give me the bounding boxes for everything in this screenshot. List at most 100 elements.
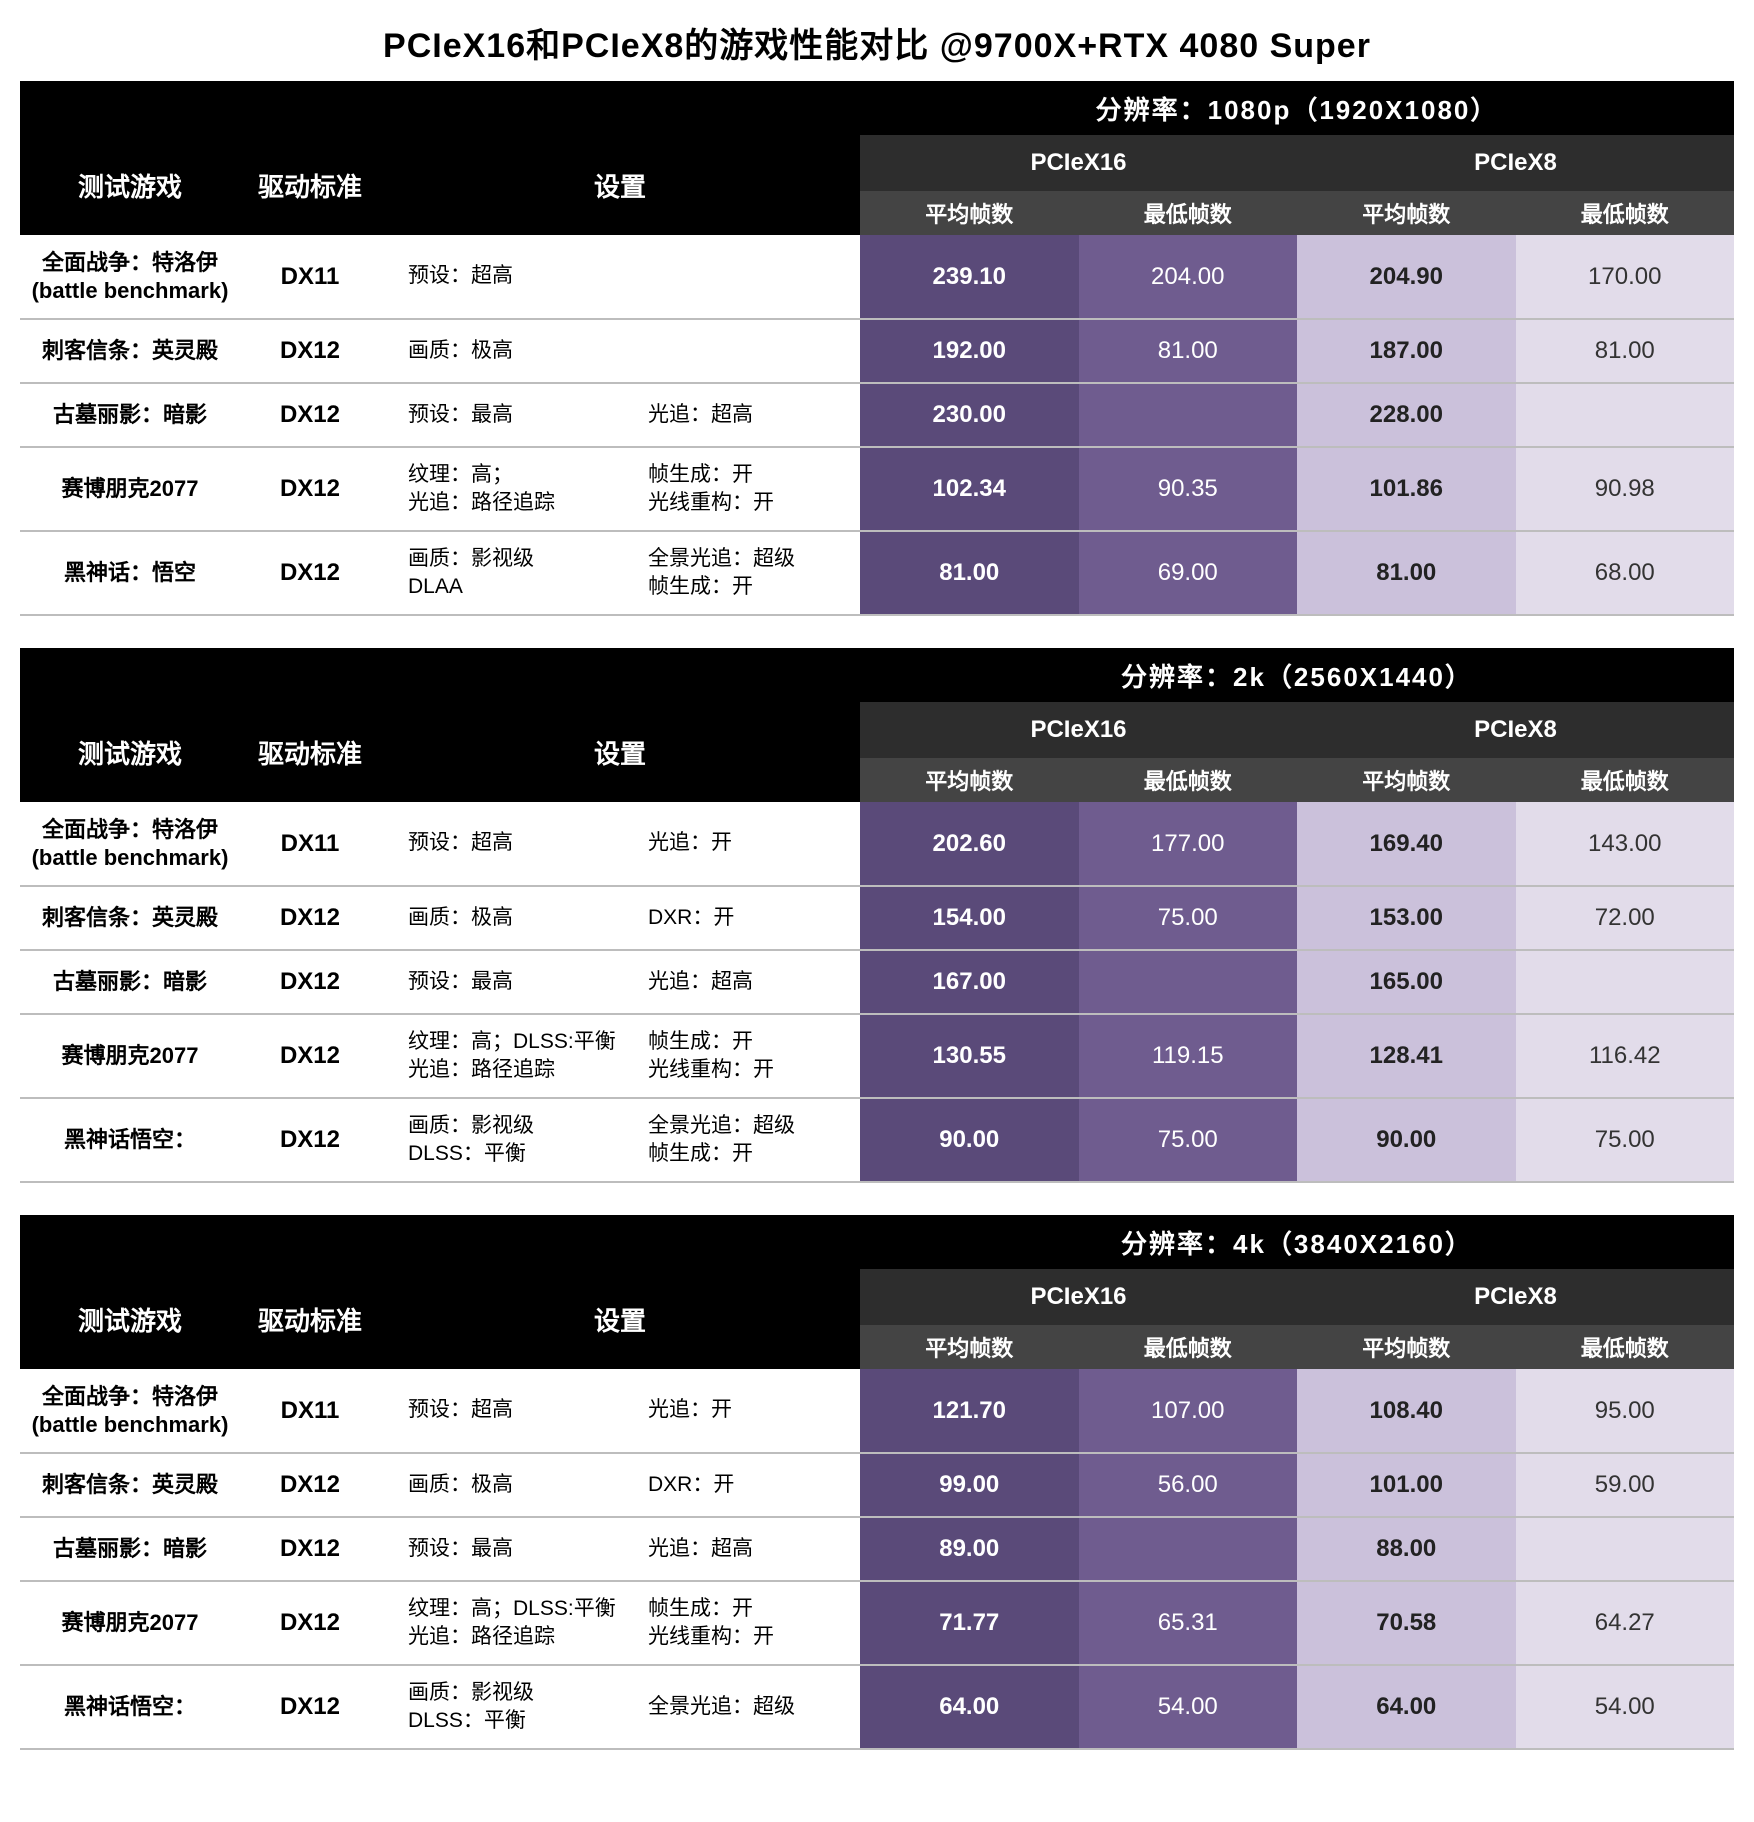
resolution-header: 分辨率：1080p（1920X1080） (860, 81, 1734, 135)
cell-x16-low (1079, 950, 1298, 1014)
cell-settings-1: 预设：最高 (380, 383, 620, 447)
cell-x16-avg: 64.00 (860, 1665, 1079, 1749)
cell-api: DX12 (240, 950, 380, 1014)
cell-x16-avg: 239.10 (860, 235, 1079, 319)
cell-x8-avg: 64.00 (1297, 1665, 1516, 1749)
cell-api: DX12 (240, 1665, 380, 1749)
subcol-avg: 平均帧数 (1297, 1325, 1516, 1369)
resolution-section: 分辨率：2k（2560X1440）测试游戏驱动标准设置PCIeX16PCIeX8… (20, 648, 1734, 1183)
cell-settings-1: 纹理：高； 光追：路径追踪 (380, 447, 620, 531)
col-settings: 设置 (380, 135, 860, 235)
cell-x8-low: 90.98 (1516, 447, 1735, 531)
cell-x8-avg: 81.00 (1297, 531, 1516, 615)
cell-x8-avg: 108.40 (1297, 1369, 1516, 1453)
subcol-avg: 平均帧数 (1297, 758, 1516, 802)
cell-x16-avg: 121.70 (860, 1369, 1079, 1453)
resolution-section: 分辨率：4k（3840X2160）测试游戏驱动标准设置PCIeX16PCIeX8… (20, 1215, 1734, 1750)
cell-x8-low (1516, 950, 1735, 1014)
col-game: 测试游戏 (20, 702, 240, 802)
subcol-low: 最低帧数 (1516, 758, 1735, 802)
subcol-avg: 平均帧数 (1297, 191, 1516, 235)
table-row: 全面战争：特洛伊 (battle benchmark)DX11预设：超高光追：开… (20, 1369, 1734, 1453)
cell-x8-avg: 153.00 (1297, 886, 1516, 950)
cell-api: DX12 (240, 531, 380, 615)
cell-x16-avg: 81.00 (860, 531, 1079, 615)
cell-x16-low: 90.35 (1079, 447, 1298, 531)
table-row: 全面战争：特洛伊 (battle benchmark)DX11预设：超高 239.… (20, 235, 1734, 319)
cell-api: DX12 (240, 1581, 380, 1665)
table-row: 黑神话悟空：DX12画质：影视级 DLSS：平衡全景光追：超级 帧生成：开90.… (20, 1098, 1734, 1182)
cell-x8-low: 116.42 (1516, 1014, 1735, 1098)
cell-x8-low: 68.00 (1516, 531, 1735, 615)
cell-x16-low: 177.00 (1079, 802, 1298, 886)
cell-x16-avg: 130.55 (860, 1014, 1079, 1098)
subcol-avg: 平均帧数 (860, 1325, 1079, 1369)
col-game: 测试游戏 (20, 135, 240, 235)
resolution-header: 分辨率：4k（3840X2160） (860, 1215, 1734, 1269)
cell-api: DX12 (240, 1517, 380, 1581)
cell-x16-low: 75.00 (1079, 1098, 1298, 1182)
cell-x16-low: 75.00 (1079, 886, 1298, 950)
cell-settings-2: 光追：超高 (620, 383, 860, 447)
cell-x16-avg: 90.00 (860, 1098, 1079, 1182)
cell-game: 赛博朋克2077 (20, 1014, 240, 1098)
col-pcie8: PCIeX8 (1297, 702, 1734, 758)
cell-x8-avg: 165.00 (1297, 950, 1516, 1014)
col-pcie8: PCIeX8 (1297, 135, 1734, 191)
cell-settings-2: 帧生成：开 光线重构：开 (620, 447, 860, 531)
cell-x8-low: 54.00 (1516, 1665, 1735, 1749)
cell-settings-1: 画质：影视级 DLSS：平衡 (380, 1665, 620, 1749)
cell-api: DX12 (240, 319, 380, 383)
table-row: 赛博朋克2077DX12纹理：高；DLSS:平衡 光追：路径追踪帧生成：开 光线… (20, 1581, 1734, 1665)
table-row: 黑神话悟空：DX12画质：影视级 DLSS：平衡全景光追：超级64.0054.0… (20, 1665, 1734, 1749)
cell-x8-low: 64.27 (1516, 1581, 1735, 1665)
cell-settings-2: 全景光追：超级 (620, 1665, 860, 1749)
cell-x16-avg: 192.00 (860, 319, 1079, 383)
cell-settings-2: 全景光追：超级 帧生成：开 (620, 1098, 860, 1182)
cell-settings-2: 帧生成：开 光线重构：开 (620, 1581, 860, 1665)
subcol-low: 最低帧数 (1079, 191, 1298, 235)
benchmark-table: 分辨率：4k（3840X2160）测试游戏驱动标准设置PCIeX16PCIeX8… (20, 1215, 1734, 1750)
cell-x16-avg: 154.00 (860, 886, 1079, 950)
cell-x16-low: 54.00 (1079, 1665, 1298, 1749)
page-title: PCIeX16和PCIeX8的游戏性能对比 @9700X+RTX 4080 Su… (20, 10, 1734, 81)
cell-x8-avg: 228.00 (1297, 383, 1516, 447)
cell-x8-low: 72.00 (1516, 886, 1735, 950)
cell-x8-avg: 169.40 (1297, 802, 1516, 886)
cell-api: DX11 (240, 1369, 380, 1453)
col-pcie8: PCIeX8 (1297, 1269, 1734, 1325)
cell-x16-avg: 71.77 (860, 1581, 1079, 1665)
col-api: 驱动标准 (240, 135, 380, 235)
cell-settings-1: 画质：极高 (380, 886, 620, 950)
cell-settings-2: 全景光追：超级 帧生成：开 (620, 531, 860, 615)
cell-game: 刺客信条：英灵殿 (20, 319, 240, 383)
cell-api: DX12 (240, 383, 380, 447)
cell-settings-2: 光追：超高 (620, 950, 860, 1014)
benchmark-table: 分辨率：1080p（1920X1080）测试游戏驱动标准设置PCIeX16PCI… (20, 81, 1734, 616)
cell-x16-avg: 89.00 (860, 1517, 1079, 1581)
col-settings: 设置 (380, 1269, 860, 1369)
col-settings: 设置 (380, 702, 860, 802)
cell-api: DX11 (240, 235, 380, 319)
cell-game: 黑神话：悟空 (20, 531, 240, 615)
cell-api: DX12 (240, 1014, 380, 1098)
cell-x8-low: 143.00 (1516, 802, 1735, 886)
col-game: 测试游戏 (20, 1269, 240, 1369)
cell-x8-low: 59.00 (1516, 1453, 1735, 1517)
subcol-low: 最低帧数 (1516, 1325, 1735, 1369)
col-api: 驱动标准 (240, 702, 380, 802)
cell-game: 赛博朋克2077 (20, 447, 240, 531)
cell-x16-low: 107.00 (1079, 1369, 1298, 1453)
cell-x16-low: 69.00 (1079, 531, 1298, 615)
cell-x8-avg: 128.41 (1297, 1014, 1516, 1098)
cell-settings-2 (620, 319, 860, 383)
cell-x16-avg: 99.00 (860, 1453, 1079, 1517)
subcol-avg: 平均帧数 (860, 191, 1079, 235)
cell-game: 刺客信条：英灵殿 (20, 886, 240, 950)
cell-settings-1: 预设：最高 (380, 1517, 620, 1581)
cell-x16-avg: 230.00 (860, 383, 1079, 447)
cell-game: 全面战争：特洛伊 (battle benchmark) (20, 235, 240, 319)
cell-settings-2 (620, 235, 860, 319)
cell-settings-1: 预设：超高 (380, 235, 620, 319)
cell-settings-2: DXR：开 (620, 1453, 860, 1517)
